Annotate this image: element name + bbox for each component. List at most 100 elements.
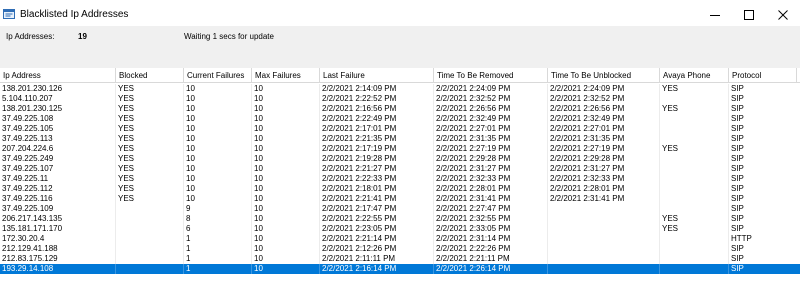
cell-time-to-be-unblocked: 2/2/2021 2:31:35 PM xyxy=(550,134,625,143)
column-header-current-failures[interactable]: Current Failures xyxy=(184,68,252,83)
cell-avaya-phone xyxy=(660,244,729,254)
cell-avaya-phone: YES xyxy=(662,144,679,153)
cell-time-to-be-removed: 2/2/2021 2:29:28 PM xyxy=(436,154,511,163)
table-row[interactable]: 37.49.225.112 YES 10 10 2/2/2021 2:18:01 PM 2… xyxy=(0,184,800,194)
table-row[interactable]: 207.204.224.6 YES 10 10 2/2/2021 2:17:19 PM 2… xyxy=(0,144,800,154)
grid-line xyxy=(728,254,729,264)
cell-last-failure: 2/2/2021 2:11:11 PM xyxy=(322,254,396,263)
grid-line xyxy=(251,174,252,184)
grid-line xyxy=(728,224,729,234)
grid-line xyxy=(115,124,116,134)
cell-last-failure: 2/2/2021 2:17:19 PM xyxy=(322,144,397,153)
table-row[interactable]: 135.181.171.170 6 10 2/2/2021 2:23:05 PM 2/2… xyxy=(0,224,800,234)
blacklist-table[interactable]: Ip Address Blocked Current Failures Max Fai… xyxy=(0,68,800,284)
cell-ip-address: 37.49.225.109 xyxy=(2,204,54,213)
grid-line xyxy=(433,244,434,254)
grid-line xyxy=(115,174,116,184)
column-divider[interactable] xyxy=(251,68,252,83)
grid-line xyxy=(547,94,548,104)
cell-protocol: SIP xyxy=(731,254,744,263)
cell-time-to-be-unblocked xyxy=(548,264,660,274)
table-row[interactable]: 212.129.41.188 1 10 2/2/2021 2:12:26 PM 2/2/… xyxy=(0,244,800,254)
column-divider[interactable] xyxy=(319,68,320,83)
maximize-button[interactable] xyxy=(732,4,766,26)
cell-time-to-be-removed: 2/2/2021 2:32:49 PM xyxy=(436,114,511,123)
grid-line xyxy=(251,154,252,164)
column-divider[interactable] xyxy=(433,68,434,83)
grid-line xyxy=(728,134,729,144)
grid-line xyxy=(728,94,729,104)
grid-line xyxy=(659,244,660,254)
grid-line xyxy=(659,254,660,264)
table-row[interactable]: 37.49.225.105 YES 10 10 2/2/2021 2:17:01 PM 2… xyxy=(0,124,800,134)
column-header-max-failures[interactable]: Max Failures xyxy=(252,68,320,83)
table-row[interactable]: 37.49.225.116 YES 10 10 2/2/2021 2:21:41 PM 2… xyxy=(0,194,800,204)
column-divider[interactable] xyxy=(547,68,548,83)
cell-last-failure: 2/2/2021 2:16:14 PM xyxy=(322,264,397,273)
grid-line xyxy=(728,244,729,254)
cell-ip-address: 212.83.175.129 xyxy=(2,254,58,263)
cell-max-failures: 10 xyxy=(254,84,263,93)
grid-line xyxy=(251,194,252,204)
column-header-last-failure[interactable]: Last Failure xyxy=(320,68,434,83)
column-divider[interactable] xyxy=(796,68,797,83)
cell-protocol: SIP xyxy=(731,264,744,273)
cell-blocked: YES xyxy=(118,174,135,183)
table-row[interactable]: 37.49.225.109 9 10 2/2/2021 2:17:47 PM 2/2/2… xyxy=(0,204,800,214)
grid-line xyxy=(659,144,660,154)
grid-line xyxy=(251,184,252,194)
column-header-avaya-phone[interactable]: Avaya Phone xyxy=(660,68,729,83)
grid-line xyxy=(659,134,660,144)
grid-line xyxy=(547,134,548,144)
grid-line xyxy=(183,134,184,144)
grid-line xyxy=(659,184,660,194)
ip-count-value: 19 xyxy=(78,32,87,41)
table-row[interactable]: 206.217.143.135 8 10 2/2/2021 2:22:55 PM 2/2… xyxy=(0,214,800,224)
cell-blocked: YES xyxy=(118,144,135,153)
table-row[interactable]: 138.201.230.125 YES 10 10 2/2/2021 2:16:56 P… xyxy=(0,104,800,114)
table-row[interactable]: 37.49.225.11 YES 10 10 2/2/2021 2:22:33 PM 2/… xyxy=(0,174,800,184)
column-divider[interactable] xyxy=(115,68,116,83)
table-row[interactable]: 212.83.175.129 1 10 2/2/2021 2:11:11 PM 2/2/… xyxy=(0,254,800,264)
column-divider[interactable] xyxy=(659,68,660,83)
cell-ip-address: 37.49.225.113 xyxy=(2,134,53,143)
table-row[interactable]: 138.201.230.126 YES 10 10 2/2/2021 2:14:09 P… xyxy=(0,84,800,94)
column-divider[interactable] xyxy=(728,68,729,83)
table-row[interactable]: 37.49.225.107 YES 10 10 2/2/2021 2:21:27 PM 2… xyxy=(0,164,800,174)
column-header-time-to-be-unblocked[interactable]: Time To Be Unblocked xyxy=(548,68,660,83)
table-row-selected[interactable]: 193.29.14.108 1 10 2/2/2021 2:16:14 PM 2/2/2… xyxy=(0,264,800,274)
grid-line xyxy=(433,104,434,114)
grid-line xyxy=(547,164,548,174)
cell-blocked xyxy=(116,264,184,274)
grid-line xyxy=(115,254,116,264)
column-header-ip-address[interactable]: Ip Address xyxy=(0,68,116,83)
column-divider[interactable] xyxy=(183,68,184,83)
table-row[interactable]: 37.49.225.113 YES 10 10 2/2/2021 2:21:35 PM 2… xyxy=(0,134,800,144)
title-bar[interactable]: Blacklisted Ip Addresses xyxy=(0,4,800,26)
grid-line xyxy=(547,184,548,194)
cell-ip-address: 37.49.225.116 xyxy=(2,194,53,203)
grid-line xyxy=(433,264,434,274)
column-header-blocked[interactable]: Blocked xyxy=(116,68,184,83)
cell-time-to-be-unblocked: 2/2/2021 2:31:41 PM xyxy=(550,194,625,203)
table-row[interactable]: 37.49.225.249 YES 10 10 2/2/2021 2:19:28 PM 2… xyxy=(0,154,800,164)
minimize-button[interactable] xyxy=(698,4,732,26)
cell-blocked xyxy=(116,224,184,234)
grid-line xyxy=(547,124,548,134)
table-row[interactable]: 172.30.20.4 1 10 2/2/2021 2:21:14 PM 2/2/202… xyxy=(0,234,800,244)
grid-line xyxy=(115,134,116,144)
cell-blocked: YES xyxy=(118,124,135,133)
grid-line xyxy=(251,234,252,244)
cell-max-failures: 10 xyxy=(254,154,263,163)
grid-line xyxy=(433,124,434,134)
grid-line xyxy=(728,144,729,154)
column-header-time-to-be-removed[interactable]: Time To Be Removed xyxy=(434,68,548,83)
close-button[interactable] xyxy=(766,4,800,26)
grid-line xyxy=(728,164,729,174)
column-header-protocol[interactable]: Protocol xyxy=(729,68,800,83)
table-row[interactable]: 37.49.225.108 YES 10 10 2/2/2021 2:22:49 PM 2… xyxy=(0,114,800,124)
cell-avaya-phone: YES xyxy=(662,214,679,223)
table-body: 138.201.230.126 YES 10 10 2/2/2021 2:14:09 P… xyxy=(0,84,800,274)
grid-line xyxy=(547,114,548,124)
table-row[interactable]: 5.104.110.207 YES 10 10 2/2/2021 2:22:52 PM 2… xyxy=(0,94,800,104)
